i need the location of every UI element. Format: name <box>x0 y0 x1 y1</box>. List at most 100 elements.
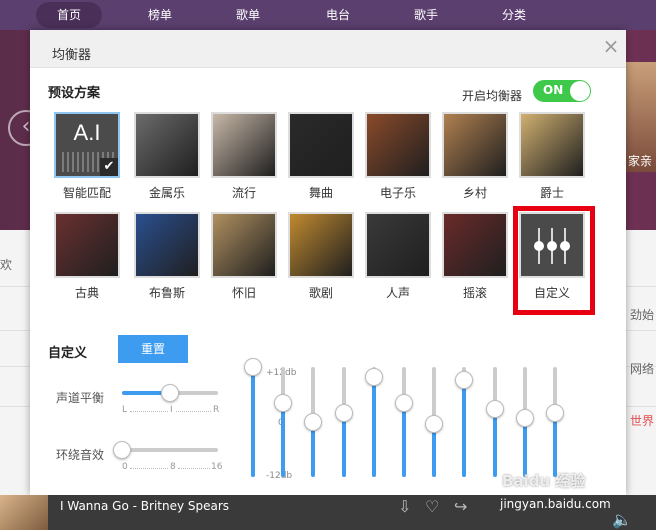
download-icon[interactable]: ⇩ <box>398 497 411 516</box>
classical-thumbnail <box>54 212 120 278</box>
preset-label: 歌剧 <box>308 286 333 300</box>
ai-thumbnail: A.I ✔ <box>54 112 120 178</box>
preset-label: 爵士 <box>539 186 564 200</box>
checkmark-icon: ✔ <box>100 158 118 176</box>
nav-categories[interactable]: 分类 <box>494 0 534 30</box>
balance-tick-left: L <box>122 405 128 415</box>
preset-electronic[interactable]: 电子乐 <box>365 112 431 202</box>
equalizer-toggle[interactable]: ON <box>533 80 591 102</box>
volume-icon[interactable]: 🔈 <box>612 510 632 529</box>
preset-label: 舞曲 <box>308 186 333 200</box>
eq-band-slider[interactable] <box>244 358 262 477</box>
jazz-thumbnail <box>519 112 585 178</box>
tick-dotted-line <box>176 411 211 412</box>
top-navigation: 首页 榜单 歌单 电台 歌手 分类 <box>0 0 656 30</box>
eq-band-fill <box>402 403 406 477</box>
heart-icon[interactable]: ♡ <box>425 497 439 516</box>
eq-band-slider[interactable] <box>455 367 474 477</box>
reset-button[interactable]: 重置 <box>118 335 188 363</box>
preset-opera[interactable]: 歌剧 <box>288 212 354 302</box>
preset-metal[interactable]: 金属乐 <box>134 112 200 202</box>
opera-thumbnail <box>288 212 354 278</box>
preset-vocal[interactable]: 人声 <box>365 212 431 302</box>
nav-radio[interactable]: 电台 <box>318 0 358 30</box>
banner-side-text: 家亲 <box>628 154 653 168</box>
eq-band-knob[interactable] <box>455 371 474 390</box>
eq-band-knob[interactable] <box>364 367 383 386</box>
eq-band-slider[interactable] <box>334 367 353 477</box>
db-label-bottom: -12db <box>266 471 293 481</box>
preset-dance[interactable]: 舞曲 <box>288 112 354 202</box>
balance-tick-center: I <box>170 405 173 415</box>
preset-label: 乡村 <box>462 186 487 200</box>
eq-band-slider[interactable] <box>485 367 504 477</box>
preset-label: 电子乐 <box>379 186 416 200</box>
equalizer-switch-label: 开启均衡器 <box>462 89 523 103</box>
eq-band-fill <box>341 413 346 477</box>
dialog-header: 均衡器 × <box>30 30 626 68</box>
blues-thumbnail <box>134 212 200 278</box>
nav-playlists[interactable]: 歌单 <box>228 0 268 30</box>
eq-band-knob[interactable] <box>546 404 564 423</box>
preset-nostalgia[interactable]: 怀旧 <box>211 212 277 302</box>
background-right-text[interactable]: 世界 <box>630 412 654 429</box>
close-icon[interactable]: × <box>596 32 626 62</box>
eq-band-knob[interactable] <box>244 358 262 376</box>
album-art[interactable] <box>0 495 48 530</box>
balance-slider-knob[interactable] <box>161 384 179 402</box>
surround-slider-knob[interactable] <box>113 441 131 459</box>
eq-band-fill <box>462 380 467 477</box>
preset-classical[interactable]: 古典 <box>54 212 120 302</box>
surround-tick-mid: 8 <box>170 462 176 472</box>
eq-band-knob[interactable] <box>334 404 353 423</box>
preset-country[interactable]: 乡村 <box>442 112 508 202</box>
pop-thumbnail <box>211 112 277 178</box>
dialog-title: 均衡器 <box>52 48 92 63</box>
eq-band-slider[interactable] <box>304 367 323 477</box>
preset-heading: 预设方案 <box>48 86 101 101</box>
eq-band-knob[interactable] <box>304 413 323 431</box>
preset-label: 古典 <box>74 286 99 300</box>
surround-tick-min: 0 <box>122 462 128 472</box>
eq-band-knob[interactable] <box>425 415 444 434</box>
preset-jazz[interactable]: 爵士 <box>519 112 585 202</box>
country-thumbnail <box>442 112 508 178</box>
eq-band-fill <box>371 376 376 477</box>
background-right-text[interactable]: 网络 <box>630 360 654 377</box>
eq-band-slider[interactable] <box>274 367 293 477</box>
eq-band-slider[interactable] <box>395 367 413 477</box>
preset-blues[interactable]: 布鲁斯 <box>134 212 200 302</box>
preset-label: 金属乐 <box>148 186 185 200</box>
eq-band-slider[interactable] <box>364 367 383 477</box>
custom-preset-highlight <box>513 206 595 315</box>
background-right-text[interactable]: 劲始 <box>630 306 654 323</box>
preset-rock[interactable]: 摇滚 <box>442 212 508 302</box>
eq-band-fill <box>281 403 286 477</box>
surround-slider[interactable] <box>122 448 218 452</box>
eq-band-slider[interactable] <box>425 367 444 477</box>
share-icon[interactable]: ↪ <box>454 497 467 516</box>
background-text: 欢 <box>0 258 13 272</box>
nav-home[interactable]: 首页 <box>36 2 102 28</box>
now-playing-title[interactable]: I Wanna Go - Britney Spears <box>60 499 229 513</box>
eq-band-knob[interactable] <box>395 394 413 413</box>
nav-artists[interactable]: 歌手 <box>406 0 446 30</box>
preset-pop[interactable]: 流行 <box>211 112 277 202</box>
preset-label: 摇滚 <box>462 286 487 300</box>
electronic-thumbnail <box>365 112 431 178</box>
eq-band-knob[interactable] <box>515 408 534 427</box>
tick-dotted-line <box>178 468 210 469</box>
eq-band-slider[interactable] <box>546 367 564 477</box>
balance-tick-right: R <box>213 405 220 415</box>
toggle-knob <box>570 81 590 101</box>
eq-band-knob[interactable] <box>274 394 293 413</box>
tick-dotted-line <box>130 411 168 412</box>
eq-band-knob[interactable] <box>485 399 504 418</box>
custom-heading: 自定义 <box>48 346 88 361</box>
eq-band-slider[interactable] <box>515 367 534 477</box>
preset-smart-match[interactable]: A.I ✔ 智能匹配 <box>54 112 120 202</box>
nav-charts[interactable]: 榜单 <box>140 0 180 30</box>
preset-label: 布鲁斯 <box>148 286 185 300</box>
tick-dotted-line <box>130 468 168 469</box>
equalizer-dialog: 均衡器 × 预设方案 开启均衡器 ON A.I ✔ 智能匹配 金属乐 流行 舞曲… <box>30 30 626 495</box>
